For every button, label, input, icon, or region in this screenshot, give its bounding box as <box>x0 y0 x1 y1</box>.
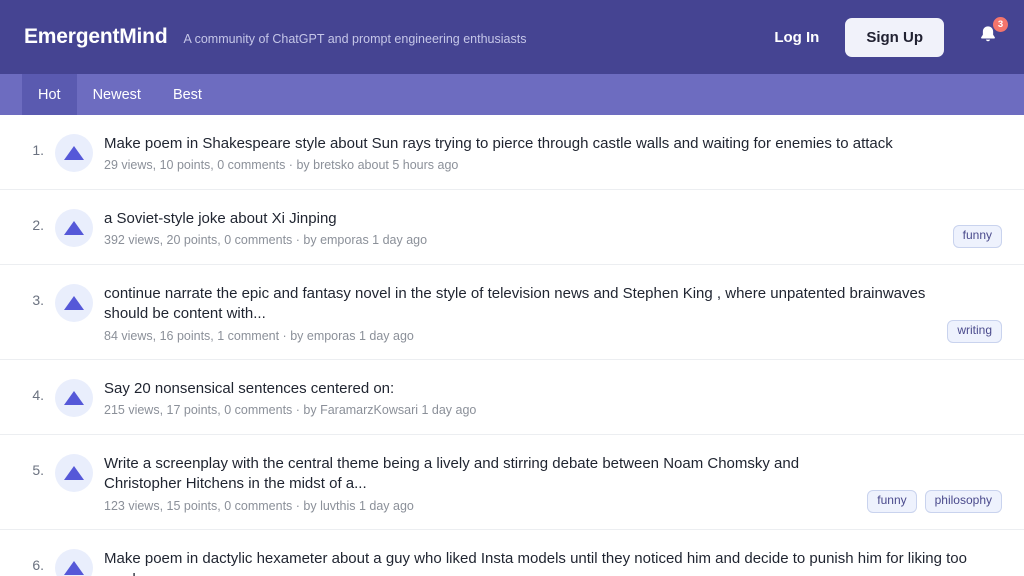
upvote-button[interactable] <box>55 379 93 418</box>
upvote-button[interactable] <box>55 283 93 322</box>
post-content: a Soviet-style joke about Xi Jinping 392… <box>104 205 953 250</box>
header-actions: Log In Sign Up 3 <box>774 17 1008 57</box>
post-row[interactable]: 5. Write a screenplay with the central t… <box>0 435 1024 531</box>
signup-button[interactable]: Sign Up <box>845 17 944 57</box>
post-rank: 2. <box>32 216 44 233</box>
vote-cell <box>44 280 104 322</box>
post-tags: writing <box>947 320 1002 345</box>
vote-cell <box>44 450 104 492</box>
brand-logo[interactable]: EmergentMind <box>24 25 168 49</box>
notification-count-badge: 3 <box>993 17 1008 32</box>
post-tags: funny philosophy <box>867 490 1002 515</box>
vote-cell <box>44 545 104 576</box>
post-row[interactable]: 4. Say 20 nonsensical sentences centered… <box>0 360 1024 435</box>
post-list: 1. Make poem in Shakespeare style about … <box>0 115 1024 576</box>
tab-newest[interactable]: Newest <box>77 74 157 115</box>
tab-hot[interactable]: Hot <box>22 74 77 115</box>
site-header: EmergentMind A community of ChatGPT and … <box>0 0 1024 74</box>
post-content: Make poem in Shakespeare style about Sun… <box>104 130 1002 175</box>
post-meta: 29 views, 10 points, 0 comments · by bre… <box>104 158 459 173</box>
post-tag[interactable]: funny <box>867 490 917 514</box>
upvote-triangle-icon <box>64 561 84 576</box>
post-content: continue narrate the epic and fantasy no… <box>104 280 947 345</box>
post-rank: 6. <box>32 557 44 574</box>
post-rank: 1. <box>32 142 44 158</box>
post-content: Write a screenplay with the central them… <box>104 450 867 515</box>
post-title[interactable]: Make poem in dactylic hexameter about a … <box>104 549 992 576</box>
post-title[interactable]: Make poem in Shakespeare style about Sun… <box>104 134 992 154</box>
post-tag[interactable]: philosophy <box>924 490 1002 514</box>
post-content: Say 20 nonsensical sentences centered on… <box>104 375 1002 420</box>
post-title[interactable]: continue narrate the epic and fantasy no… <box>104 284 937 325</box>
post-tag[interactable]: funny <box>952 224 1002 248</box>
login-link[interactable]: Log In <box>774 29 819 46</box>
vote-cell <box>44 205 104 247</box>
post-title[interactable]: Write a screenplay with the central them… <box>104 454 857 495</box>
post-title[interactable]: Say 20 nonsensical sentences centered on… <box>104 379 992 399</box>
post-rank: 4. <box>32 387 44 404</box>
post-rank: 5. <box>32 461 44 478</box>
upvote-triangle-icon <box>64 146 84 160</box>
upvote-triangle-icon <box>64 220 84 235</box>
post-tag[interactable]: writing <box>947 320 1002 344</box>
notifications-button[interactable]: 3 <box>974 17 1008 52</box>
post-row[interactable]: 3. continue narrate the epic and fantasy… <box>0 265 1024 361</box>
post-content: Make poem in dactylic hexameter about a … <box>104 545 1002 576</box>
post-row[interactable]: 1. Make poem in Shakespeare style about … <box>0 115 1024 190</box>
upvote-button[interactable] <box>55 453 93 492</box>
post-meta: 84 views, 16 points, 1 comment · by empo… <box>104 328 414 343</box>
upvote-triangle-icon <box>64 465 84 480</box>
vote-cell <box>44 130 104 172</box>
upvote-triangle-icon <box>64 295 84 310</box>
post-tags: funny <box>952 224 1002 250</box>
upvote-button[interactable] <box>55 549 93 576</box>
tab-best[interactable]: Best <box>157 74 218 115</box>
post-meta: 392 views, 20 points, 0 comments · by em… <box>104 233 428 248</box>
post-row[interactable]: 6. Make poem in dactylic hexameter about… <box>0 530 1024 576</box>
post-title[interactable]: a Soviet-style joke about Xi Jinping <box>104 209 943 229</box>
upvote-button[interactable] <box>55 208 93 247</box>
post-meta: 123 views, 15 points, 0 comments · by lu… <box>104 498 414 513</box>
post-row[interactable]: 2. a Soviet-style joke about Xi Jinping … <box>0 190 1024 265</box>
sort-tabbar: Hot Newest Best <box>0 74 1024 115</box>
upvote-triangle-icon <box>64 391 84 406</box>
post-rank: 3. <box>32 291 44 308</box>
upvote-button[interactable] <box>55 134 93 172</box>
vote-cell <box>44 375 104 418</box>
post-meta: 215 views, 17 points, 0 comments · by Fa… <box>104 403 477 418</box>
site-tagline: A community of ChatGPT and prompt engine… <box>183 31 527 46</box>
